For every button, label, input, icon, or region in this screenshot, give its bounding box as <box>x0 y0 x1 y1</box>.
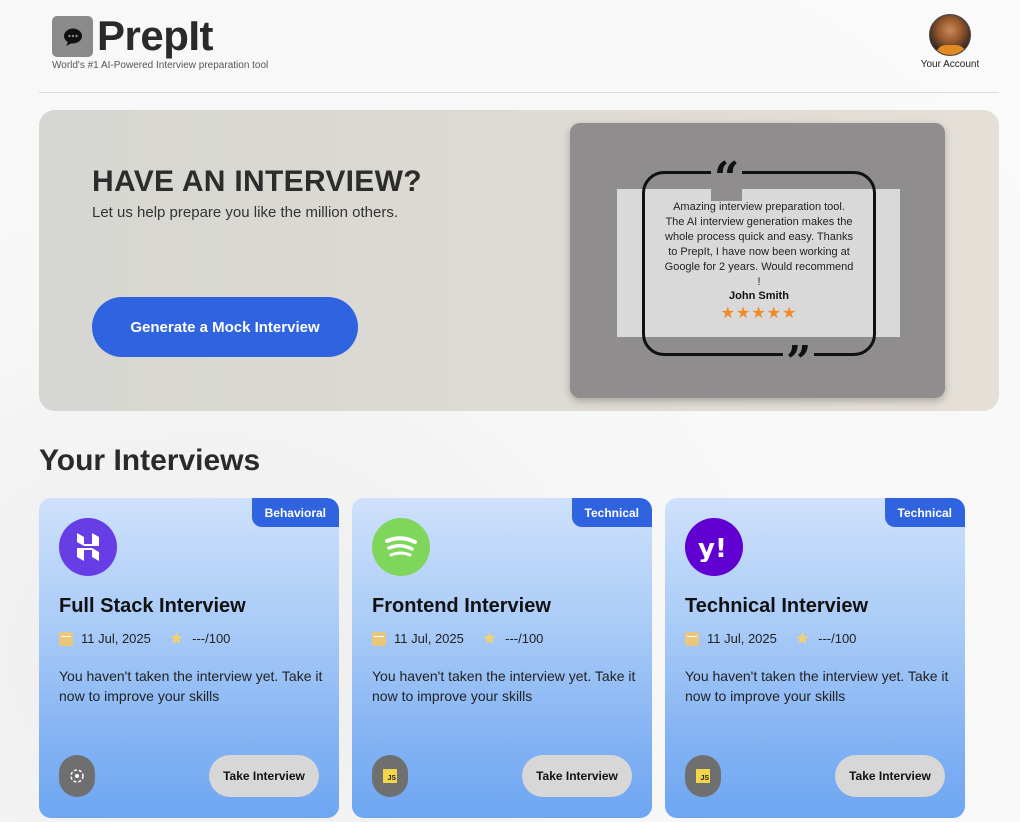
yahoo-icon: y! <box>685 518 743 576</box>
logo[interactable] <box>52 16 93 57</box>
interview-card: Behavioral Full Stack Interview 11 Jul, … <box>39 498 339 818</box>
interview-score: ---/100 <box>818 631 857 646</box>
calendar-icon <box>372 631 386 646</box>
card-meta: 11 Jul, 2025 ★ ---/100 <box>372 630 543 647</box>
header: PrepIt World's #1 AI-Powered Interview p… <box>39 0 999 93</box>
section-title: Your Interviews <box>39 444 261 477</box>
rating-stars-icon: ★★★★★ <box>720 305 798 322</box>
hero-title: HAVE AN INTERVIEW? <box>92 165 422 198</box>
tagline: World's #1 AI-Powered Interview preparat… <box>52 60 269 71</box>
tech-stack-icon <box>59 755 95 797</box>
generate-mock-interview-button[interactable]: Generate a Mock Interview <box>92 297 358 357</box>
interview-card: Technical Frontend Interview 11 Jul, 202… <box>352 498 652 818</box>
card-description: You haven't taken the interview yet. Tak… <box>59 668 323 704</box>
card-meta: 11 Jul, 2025 ★ ---/100 <box>59 630 230 647</box>
open-quote-icon: “ <box>711 157 743 201</box>
testimonial-text: Amazing interview preparation tool. The … <box>664 201 854 288</box>
star-icon: ★ <box>168 629 185 648</box>
avatar[interactable] <box>929 14 971 56</box>
svg-text:y!: y! <box>698 534 727 562</box>
testimonial-author: John Smith <box>729 290 789 302</box>
star-icon: ★ <box>794 629 811 648</box>
brand-name[interactable]: PrepIt <box>97 12 214 60</box>
interview-type-badge: Technical <box>571 498 652 527</box>
spotify-icon <box>372 518 430 576</box>
take-interview-button[interactable]: Take Interview <box>209 755 319 797</box>
take-interview-button[interactable]: Take Interview <box>522 755 632 797</box>
interview-date: 11 Jul, 2025 <box>394 631 464 646</box>
interview-date: 11 Jul, 2025 <box>81 631 151 646</box>
card-description: You haven't taken the interview yet. Tak… <box>372 668 636 704</box>
interview-card: Technical y! Technical Interview 11 Jul,… <box>665 498 965 818</box>
take-interview-button[interactable]: Take Interview <box>835 755 945 797</box>
testimonial-panel: “ ” Amazing interview preparation tool. … <box>570 123 945 398</box>
calendar-icon <box>685 631 699 646</box>
hero-subtitle: Let us help prepare you like the million… <box>92 204 399 221</box>
hostinger-icon <box>59 518 117 576</box>
interview-type-badge: Technical <box>884 498 965 527</box>
chat-bubble-icon <box>63 28 82 46</box>
account-button[interactable]: Your Account <box>918 14 982 70</box>
javascript-icon: JS <box>372 755 408 797</box>
card-title: Frontend Interview <box>372 595 551 617</box>
javascript-icon: JS <box>685 755 721 797</box>
interview-score: ---/100 <box>505 631 544 646</box>
card-title: Full Stack Interview <box>59 595 246 617</box>
interview-date: 11 Jul, 2025 <box>707 631 777 646</box>
card-meta: 11 Jul, 2025 ★ ---/100 <box>685 630 856 647</box>
star-icon: ★ <box>481 629 498 648</box>
card-description: You haven't taken the interview yet. Tak… <box>685 668 949 704</box>
card-title: Technical Interview <box>685 595 869 617</box>
interview-type-badge: Behavioral <box>251 498 339 527</box>
account-label[interactable]: Your Account <box>918 59 982 70</box>
hero-banner: HAVE AN INTERVIEW? Let us help prepare y… <box>39 110 999 411</box>
calendar-icon <box>59 631 73 646</box>
close-quote-icon: ” <box>783 341 815 385</box>
interview-score: ---/100 <box>192 631 231 646</box>
